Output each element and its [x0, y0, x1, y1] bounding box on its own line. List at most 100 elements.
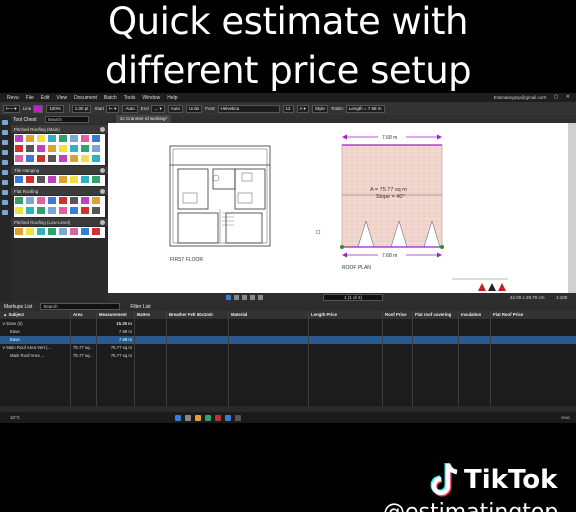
tool-icon[interactable]: [70, 176, 78, 183]
tool-icon[interactable]: [37, 207, 45, 214]
font-dropdown[interactable]: Helvetica: [217, 104, 280, 113]
tool-icon[interactable]: [37, 228, 45, 235]
tool-icon[interactable]: [26, 135, 34, 142]
tool-icon[interactable]: [48, 176, 56, 183]
tool-icon[interactable]: [81, 145, 89, 152]
close-icon[interactable]: [100, 188, 105, 194]
tool-icon[interactable]: [15, 145, 23, 152]
tool-icon[interactable]: [15, 228, 23, 235]
tool-icon[interactable]: [48, 197, 56, 204]
thumbnails-icon[interactable]: [2, 120, 8, 125]
tool-icon[interactable]: [59, 155, 67, 162]
menu-edit[interactable]: Edit: [41, 95, 50, 101]
links-icon[interactable]: [2, 210, 8, 215]
start-auto-dropdown[interactable]: Auto: [122, 104, 138, 113]
toolset-pitched-main[interactable]: Pitched Roofing (Main): [11, 125, 108, 133]
app-icon[interactable]: [235, 414, 242, 421]
tool-icon[interactable]: [92, 135, 100, 142]
tool-icon[interactable]: [81, 228, 89, 235]
end-auto-dropdown[interactable]: Auto: [167, 104, 183, 113]
tool-icon[interactable]: [48, 207, 56, 214]
zoom-icon[interactable]: [250, 295, 255, 300]
language-indicator[interactable]: ENG: [561, 415, 570, 420]
close-icon[interactable]: [100, 219, 105, 225]
tool-icon[interactable]: [15, 207, 23, 214]
first-page-icon[interactable]: [258, 295, 263, 300]
tool-icon[interactable]: [59, 135, 67, 142]
column-header[interactable]: Roof Price: [385, 312, 407, 317]
column-header[interactable]: Flat Roof Price: [493, 312, 523, 317]
tool-icon[interactable]: [92, 197, 100, 204]
tool-icon[interactable]: [37, 155, 45, 162]
bookmarks-icon[interactable]: [2, 130, 8, 135]
tool-icon[interactable]: [59, 207, 67, 214]
tool-icon[interactable]: [15, 176, 23, 183]
column-header[interactable]: Breather Felt 50x1mtr: [169, 312, 213, 317]
column-header[interactable]: Insulation: [461, 312, 481, 317]
tool-icon[interactable]: [26, 197, 34, 204]
tool-icon[interactable]: [92, 176, 100, 183]
tool-icon[interactable]: [92, 228, 100, 235]
tool-icon[interactable]: [48, 145, 56, 152]
menu-revu[interactable]: Revu: [7, 95, 19, 101]
vertical-scrollbar[interactable]: [568, 123, 576, 293]
menu-document[interactable]: Document: [74, 95, 97, 101]
document-tab[interactable]: 2c Cranmer rd working*: [116, 115, 172, 123]
tool-icon[interactable]: [81, 155, 89, 162]
column-header[interactable]: Area: [73, 312, 83, 317]
select-tool-icon[interactable]: [226, 295, 231, 300]
markups-search-input[interactable]: Search: [40, 303, 121, 310]
account-email[interactable]: Estimatingtop@gmail.com: [494, 95, 546, 100]
tool-icon[interactable]: [59, 197, 67, 204]
menu-tools[interactable]: Tools: [124, 95, 136, 101]
menu-help[interactable]: Help: [167, 95, 177, 101]
line-width-field[interactable]: 1.00 pt: [71, 104, 92, 113]
tool-icon[interactable]: [81, 207, 89, 214]
text-color-dropdown[interactable]: A ▾: [296, 104, 309, 113]
column-header[interactable]: Measurement: [99, 312, 127, 317]
tool-icon[interactable]: [48, 135, 56, 142]
font-size-dropdown[interactable]: 12: [282, 104, 294, 113]
layers-icon[interactable]: [2, 160, 8, 165]
menu-view[interactable]: View: [56, 95, 67, 101]
color-dropdown[interactable]: [33, 104, 44, 113]
weather-widget[interactable]: 10°C: [10, 415, 20, 420]
column-header[interactable]: Material: [231, 312, 247, 317]
page-number-field[interactable]: 1 (1 of 2): [323, 294, 383, 301]
tool-icon[interactable]: [70, 155, 78, 162]
tool-icon[interactable]: [26, 155, 34, 162]
search-panel-icon[interactable]: [2, 180, 8, 185]
toolset-tile-hanging[interactable]: Tile Hanging: [11, 166, 108, 174]
menu-file[interactable]: File: [26, 95, 34, 101]
tool-icon[interactable]: [15, 155, 23, 162]
menu-window[interactable]: Window: [142, 95, 160, 101]
tool-icon[interactable]: [15, 135, 23, 142]
tool-icon[interactable]: [59, 145, 67, 152]
sets-icon[interactable]: [2, 200, 8, 205]
close-icon[interactable]: [100, 126, 105, 132]
line-style-dropdown[interactable]: ⊢—▾: [3, 104, 20, 113]
column-header[interactable]: ▲ Subject: [3, 312, 24, 317]
menu-batch[interactable]: Batch: [104, 95, 117, 101]
tool-icon[interactable]: [70, 135, 78, 142]
units-dropdown[interactable]: Units: [186, 104, 203, 113]
tool-icon[interactable]: [92, 207, 100, 214]
toolset-flat-roofing[interactable]: Flat Roofing: [11, 187, 108, 195]
window-controls[interactable]: – ▢ ✕: [544, 94, 573, 100]
toolchest-icon[interactable]: [2, 140, 8, 145]
close-icon[interactable]: [100, 167, 105, 173]
column-header[interactable]: Flat roof covering: [415, 312, 451, 317]
pan-tool-icon[interactable]: [234, 295, 239, 300]
measurements-icon[interactable]: [2, 170, 8, 175]
tool-icon[interactable]: [59, 176, 67, 183]
drawing-canvas[interactable]: FIRST FLOOR 7.68 m 7.68 m A = 75.77 sq m…: [108, 123, 568, 293]
tool-icon[interactable]: [37, 197, 45, 204]
tool-icon[interactable]: [81, 176, 89, 183]
opacity-field[interactable]: 100%: [46, 104, 64, 113]
studio-icon[interactable]: [2, 190, 8, 195]
bluebeam-icon[interactable]: [225, 414, 232, 421]
tool-icon[interactable]: [70, 145, 78, 152]
file-explorer-icon[interactable]: [195, 414, 202, 421]
tool-icon[interactable]: [37, 176, 45, 183]
tool-icon[interactable]: [92, 145, 100, 152]
